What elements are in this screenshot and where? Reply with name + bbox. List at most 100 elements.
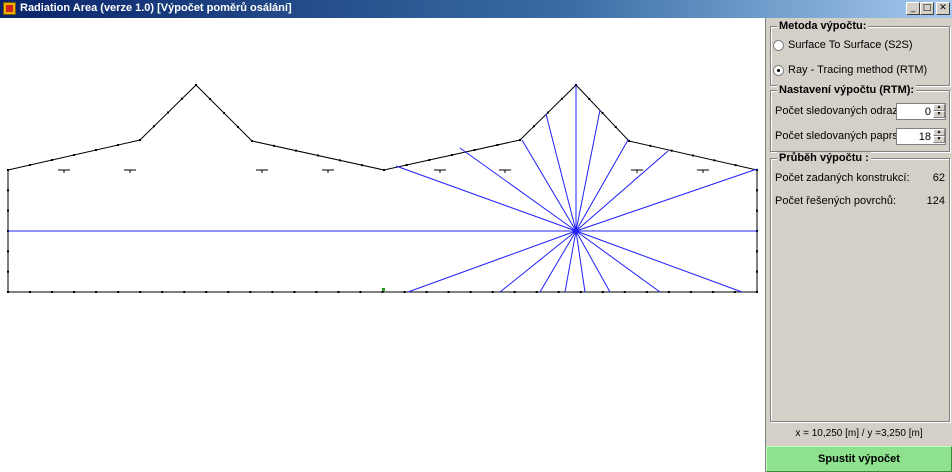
vertex-marker: [339, 159, 341, 162]
vertex-marker: [519, 139, 521, 141]
ray-line: [575, 230, 611, 293]
reflections-down-button[interactable]: ▼: [933, 111, 945, 118]
vertex-marker: [251, 140, 253, 142]
radio-s2s-label: Surface To Surface (S2S): [788, 39, 913, 51]
vertex-marker: [535, 291, 538, 293]
run-calculation-button[interactable]: Spustit výpočet: [766, 446, 952, 472]
radio-s2s[interactable]: Surface To Surface (S2S): [773, 39, 913, 51]
building-outline: [7, 84, 758, 293]
marker-point: [382, 288, 385, 291]
vertex-marker: [557, 291, 560, 293]
ray-line: [575, 230, 586, 293]
minimize-button[interactable]: _: [906, 2, 920, 15]
vertex-marker: [733, 291, 736, 293]
drawing-canvas[interactable]: [0, 18, 766, 472]
reflections-input[interactable]: [897, 104, 933, 119]
vertex-marker: [7, 270, 9, 273]
vertex-marker: [756, 209, 758, 212]
reflections-up-button[interactable]: ▲: [933, 104, 945, 111]
vertex-marker: [447, 291, 450, 293]
vertex-marker: [153, 125, 155, 128]
vertex-marker: [601, 291, 604, 293]
vertex-marker: [405, 164, 408, 166]
geometry-drawing[interactable]: [0, 18, 765, 472]
vertex-marker: [361, 164, 363, 167]
rays-input[interactable]: [897, 129, 933, 144]
vertex-marker: [161, 291, 164, 293]
rays-up-button[interactable]: ▲: [933, 129, 945, 136]
ray-line: [575, 230, 661, 293]
vertex-marker: [670, 149, 673, 152]
vertex-marker: [533, 125, 535, 128]
vertex-marker: [139, 139, 141, 141]
ray-line: [521, 139, 577, 232]
close-button[interactable]: ✕: [936, 2, 950, 15]
ray-line: [499, 230, 577, 293]
vertex-marker: [117, 144, 119, 146]
vertex-marker: [756, 270, 758, 273]
app-icon: [3, 2, 16, 15]
vertex-marker: [667, 291, 670, 293]
vertex-marker: [601, 112, 604, 114]
vertex-marker: [167, 111, 169, 114]
vertex-marker: [315, 291, 318, 293]
vertex-marker: [95, 149, 97, 151]
vertex-marker: [7, 189, 9, 192]
radio-rtm[interactable]: Ray - Tracing method (RTM): [773, 64, 927, 76]
constructions-value: 62: [932, 172, 945, 184]
vertex-marker: [756, 291, 758, 293]
maximize-button[interactable]: □: [920, 2, 934, 15]
vertex-marker: [95, 291, 98, 293]
window-title: Radiation Area (verze 1.0) [Výpočet pomě…: [20, 2, 292, 14]
ray-line: [395, 165, 577, 232]
vertex-marker: [756, 189, 758, 192]
vertex-marker: [209, 98, 211, 100]
vertex-marker: [756, 250, 758, 253]
method-group: Metoda výpočtu: Surface To Surface (S2S)…: [770, 20, 950, 86]
vertex-marker: [403, 291, 406, 293]
vertex-marker: [7, 209, 9, 212]
vertex-marker: [649, 144, 652, 147]
vertex-marker: [271, 291, 274, 293]
vertex-marker: [273, 144, 275, 147]
vertex-marker: [237, 126, 239, 128]
vertex-marker: [195, 84, 197, 86]
vertex-marker: [223, 112, 225, 114]
vertex-marker: [491, 291, 494, 293]
vertex-marker: [183, 291, 186, 293]
rays-spinner[interactable]: ▲ ▼: [896, 128, 946, 145]
reflections-spinner[interactable]: ▲ ▼: [896, 103, 946, 120]
vertex-marker: [7, 291, 9, 293]
vertex-marker: [317, 154, 319, 157]
rays-label: Počet sledovaných paprsků:: [775, 130, 913, 142]
vertex-marker: [689, 291, 692, 293]
vertex-marker: [205, 291, 208, 293]
surfaces-value: 124: [926, 195, 945, 207]
ray-line: [407, 230, 577, 293]
vertex-marker: [469, 291, 472, 293]
vertex-marker: [337, 291, 340, 293]
vertex-marker: [588, 98, 591, 100]
vertex-marker: [645, 291, 648, 293]
vertex-marker: [117, 291, 120, 293]
radio-s2s-circle[interactable]: [773, 39, 784, 51]
vertex-marker: [139, 291, 142, 293]
vertex-marker: [692, 154, 694, 157]
progress-group-title: Průběh výpočtu :: [777, 152, 871, 164]
vertex-marker: [7, 169, 9, 171]
ray-line: [575, 230, 743, 293]
settings-group-title: Nastavení výpočtu (RTM):: [777, 84, 917, 96]
coordinates-readout: x = 10,250 [m] / y =3,250 [m]: [795, 428, 923, 439]
vertex-marker: [614, 126, 617, 128]
ray-line: [575, 168, 758, 232]
vertex-marker: [181, 97, 183, 100]
vertex-marker: [381, 291, 384, 293]
settings-group: Nastavení výpočtu (RTM): Počet sledovaný…: [770, 84, 950, 152]
vertex-marker: [383, 169, 385, 171]
radio-rtm-circle[interactable]: [773, 64, 784, 76]
vertex-marker: [425, 291, 428, 293]
vertex-marker: [73, 291, 76, 293]
rays-down-button[interactable]: ▼: [933, 136, 945, 143]
title-bar: Radiation Area (verze 1.0) [Výpočet pomě…: [0, 0, 952, 18]
progress-group: Průběh výpočtu : Počet zadaných konstruk…: [770, 152, 950, 422]
